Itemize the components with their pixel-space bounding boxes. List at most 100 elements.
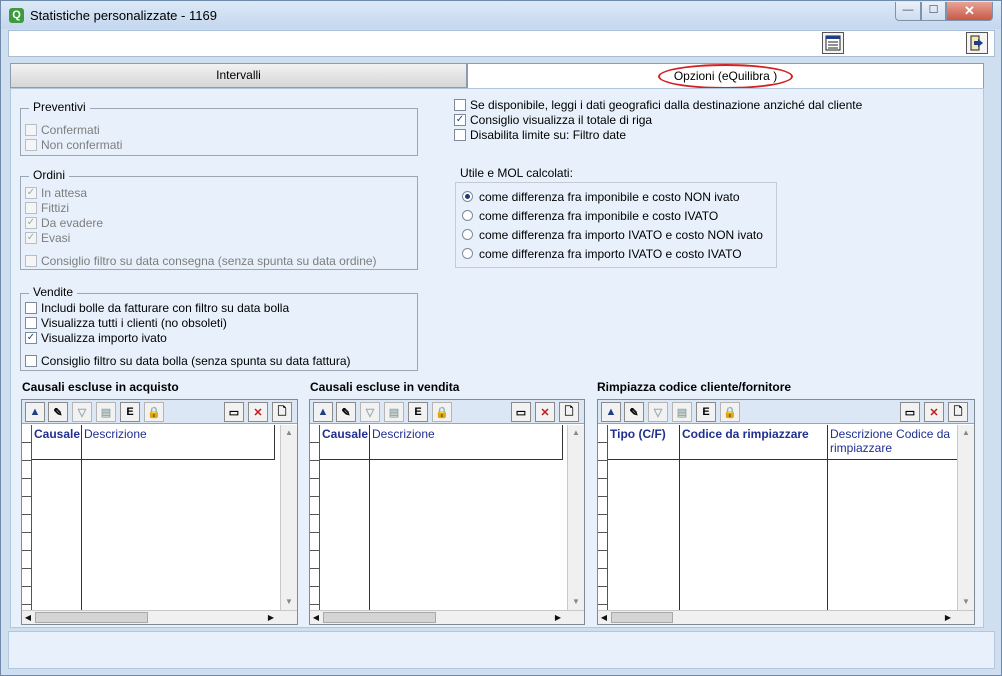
scroll-up-icon[interactable]: ▲ <box>958 425 974 441</box>
scroll-left-icon[interactable]: ◀ <box>310 611 322 624</box>
col-header-causale[interactable]: Causale <box>320 425 370 460</box>
cb-non-confermati-label: Non confermati <box>41 137 123 152</box>
radio-utile-2-label: come differenza fra imponibile e costo I… <box>479 208 719 223</box>
window-icon[interactable]: ▭ <box>900 402 920 422</box>
grid-rimpiazza-title: Rimpiazza codice cliente/fornitore <box>597 380 792 394</box>
vertical-scrollbar[interactable]: ▲ ▼ <box>957 425 974 610</box>
radio-icon <box>462 248 473 259</box>
cb-in-attesa[interactable]: ✓ In attesa <box>25 185 87 200</box>
new-record-icon[interactable]: 🗋 <box>559 402 579 422</box>
minimize-button[interactable]: — <box>895 2 921 21</box>
checkbox-icon <box>25 138 37 151</box>
cb-consiglio-data-bolla-label: Consiglio filtro su data bolla (senza sp… <box>41 353 351 368</box>
checkbox-icon <box>454 128 466 141</box>
window-icon[interactable]: ▭ <box>511 402 531 422</box>
tab-opzioni[interactable]: Opzioni (eQuilibra ) <box>467 63 984 89</box>
cb-importo-ivato[interactable]: ✓ Visualizza importo ivato <box>25 330 167 345</box>
scroll-down-icon[interactable]: ▼ <box>568 594 584 610</box>
radio-utile-2[interactable]: come differenza fra imponibile e costo I… <box>462 208 718 223</box>
cb-importo-ivato-label: Visualizza importo ivato <box>41 330 167 345</box>
col-header-causale[interactable]: Causale <box>32 425 82 460</box>
filter-icon[interactable]: ▽ <box>648 402 668 422</box>
lock-icon[interactable]: 🔒 <box>144 402 164 422</box>
scroll-left-icon[interactable]: ◀ <box>22 611 34 624</box>
delete-icon[interactable]: ✕ <box>535 402 555 422</box>
scroll-right-icon[interactable]: ▶ <box>265 611 277 624</box>
tab-opzioni-label: Opzioni (eQuilibra ) <box>657 64 794 89</box>
scroll-left-icon[interactable]: ◀ <box>598 611 610 624</box>
cb-dati-geografici-label: Se disponibile, leggi i dati geografici … <box>470 97 863 112</box>
cb-consiglio-data-consegna[interactable]: Consiglio filtro su data consegna (senza… <box>25 253 377 268</box>
delete-icon[interactable]: ✕ <box>924 402 944 422</box>
radio-utile-3[interactable]: come differenza fra importo IVATO e cost… <box>462 227 763 242</box>
copy-icon[interactable]: ▤ <box>384 402 404 422</box>
delete-icon[interactable]: ✕ <box>248 402 268 422</box>
cb-in-attesa-label: In attesa <box>41 185 88 200</box>
tab-intervalli[interactable]: Intervalli <box>10 63 467 88</box>
scroll-right-icon[interactable]: ▶ <box>942 611 954 624</box>
col-header-codice[interactable]: Codice da rimpiazzare <box>680 425 828 460</box>
cb-da-evadere[interactable]: ✓ Da evadere <box>25 215 103 230</box>
lock-icon[interactable]: 🔒 <box>432 402 452 422</box>
cb-totale-riga[interactable]: ✓ Consiglio visualizza il totale di riga <box>454 112 652 127</box>
exit-icon[interactable] <box>966 32 988 54</box>
utile-radio-group: come differenza fra imponibile e costo N… <box>455 182 777 268</box>
col-header-tipo[interactable]: Tipo (C/F) <box>608 425 680 460</box>
cb-limite-filtro-date[interactable]: Disabilita limite su: Filtro date <box>454 127 626 142</box>
scroll-thumb[interactable] <box>611 612 673 623</box>
move-up-icon[interactable]: ▲ <box>313 402 333 422</box>
vendite-group: Vendite Includi bolle da fatturare con f… <box>20 285 418 371</box>
title-bar: Q Statistiche personalizzate - 1169 — ☐ … <box>1 1 1001 29</box>
cb-fittizi[interactable]: Fittizi <box>25 200 69 215</box>
excel-export-icon[interactable]: E <box>696 402 716 422</box>
copy-icon[interactable]: ▤ <box>96 402 116 422</box>
radio-utile-3-label: come differenza fra importo IVATO e cost… <box>479 227 763 242</box>
edit-filter-icon[interactable]: ✎ <box>624 402 644 422</box>
scroll-up-icon[interactable]: ▲ <box>281 425 297 441</box>
copy-icon[interactable]: ▤ <box>672 402 692 422</box>
radio-utile-1[interactable]: come differenza fra imponibile e costo N… <box>462 189 740 204</box>
scroll-down-icon[interactable]: ▼ <box>281 594 297 610</box>
horizontal-scrollbar[interactable]: ◀ ▶ <box>22 610 297 624</box>
report-icon[interactable] <box>822 32 844 54</box>
vertical-scrollbar[interactable]: ▲ ▼ <box>280 425 297 610</box>
cb-visualizza-clienti-label: Visualizza tutti i clienti (no obsoleti) <box>41 315 227 330</box>
move-up-icon[interactable]: ▲ <box>601 402 621 422</box>
vertical-scrollbar[interactable]: ▲ ▼ <box>567 425 584 610</box>
excel-export-icon[interactable]: E <box>408 402 428 422</box>
new-record-icon[interactable]: 🗋 <box>272 402 292 422</box>
radio-utile-4[interactable]: come differenza fra importo IVATO e cost… <box>462 246 742 261</box>
radio-icon <box>462 229 473 240</box>
cb-visualizza-clienti[interactable]: Visualizza tutti i clienti (no obsoleti) <box>25 315 227 330</box>
cb-non-confermati[interactable]: Non confermati <box>25 137 122 152</box>
edit-filter-icon[interactable]: ✎ <box>48 402 68 422</box>
excel-export-icon[interactable]: E <box>120 402 140 422</box>
edit-filter-icon[interactable]: ✎ <box>336 402 356 422</box>
tab-intervalli-label: Intervalli <box>216 68 261 82</box>
close-button[interactable]: ✕ <box>946 2 993 21</box>
checkbox-checked-icon: ✓ <box>25 331 37 344</box>
maximize-button[interactable]: ☐ <box>921 2 946 21</box>
lock-icon[interactable]: 🔒 <box>720 402 740 422</box>
cb-includi-bolle[interactable]: Includi bolle da fatturare con filtro su… <box>25 300 289 315</box>
grid-body: Causale Descrizione ▲ ▼ ◀ ▶ <box>310 425 584 624</box>
scroll-up-icon[interactable]: ▲ <box>568 425 584 441</box>
col-header-descrizione-codice[interactable]: Descrizione Codice da rimpiazzare <box>828 425 958 460</box>
filter-icon[interactable]: ▽ <box>72 402 92 422</box>
col-header-descrizione[interactable]: Descrizione <box>370 425 563 460</box>
scroll-right-icon[interactable]: ▶ <box>552 611 564 624</box>
scroll-thumb[interactable] <box>35 612 148 623</box>
filter-icon[interactable]: ▽ <box>360 402 380 422</box>
cb-evasi[interactable]: ✓ Evasi <box>25 230 70 245</box>
scroll-thumb[interactable] <box>323 612 436 623</box>
window-icon[interactable]: ▭ <box>224 402 244 422</box>
horizontal-scrollbar[interactable]: ◀ ▶ <box>310 610 584 624</box>
cb-dati-geografici[interactable]: Se disponibile, leggi i dati geografici … <box>454 97 862 112</box>
col-header-descrizione[interactable]: Descrizione <box>82 425 275 460</box>
cb-consiglio-data-bolla[interactable]: Consiglio filtro su data bolla (senza sp… <box>25 353 351 368</box>
new-record-icon[interactable]: 🗋 <box>948 402 968 422</box>
move-up-icon[interactable]: ▲ <box>25 402 45 422</box>
horizontal-scrollbar[interactable]: ◀ ▶ <box>598 610 974 624</box>
cb-confermati[interactable]: Confermati <box>25 122 100 137</box>
scroll-down-icon[interactable]: ▼ <box>958 594 974 610</box>
